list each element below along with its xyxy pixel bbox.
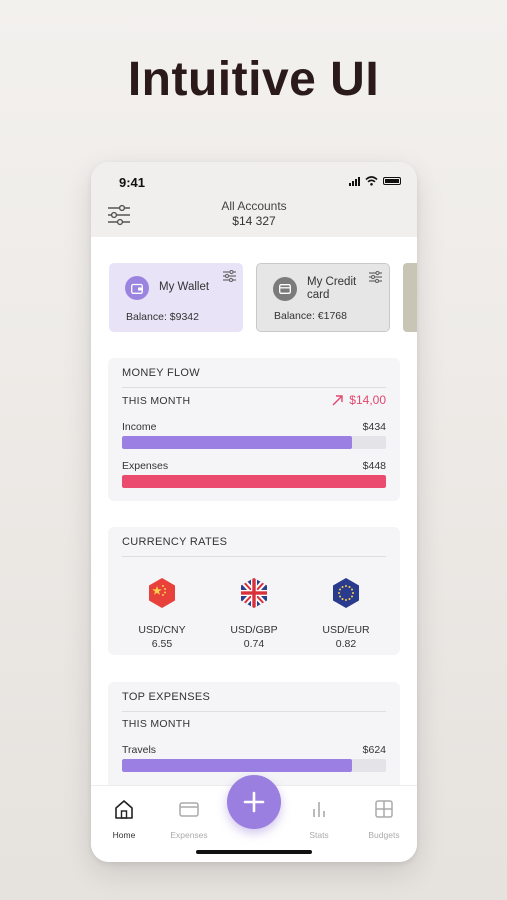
status-icons [349, 176, 401, 186]
phone-screen: 9:41 All Accounts $14 327 My Wallet Bala… [91, 162, 417, 862]
expenses-bar-fill [122, 475, 386, 488]
divider [122, 711, 386, 712]
account-balance: Balance: €1768 [274, 310, 347, 322]
account-card-credit[interactable]: My Credit card Balance: €1768 [256, 263, 390, 332]
account-name: My Credit card [307, 276, 357, 301]
credit-card-icon [273, 277, 297, 301]
account-settings-icon[interactable] [369, 271, 382, 283]
row-value: $624 [362, 744, 386, 756]
panel-title: TOP EXPENSES [122, 691, 211, 703]
row-value: $448 [362, 460, 386, 472]
card-icon [179, 802, 199, 817]
rate-item[interactable]: USD/CNY 6.55 [122, 577, 202, 650]
travels-bar [122, 759, 386, 772]
rate-value: 6.55 [151, 638, 173, 650]
money-flow-panel: MONEY FLOW THIS MONTH $14,00 Income $434… [108, 358, 400, 501]
nav-budgets[interactable]: Budgets [354, 798, 414, 840]
row-label: Travels [122, 744, 157, 756]
wallet-icon [125, 276, 149, 300]
currency-rates-panel: CURRENCY RATES USD/CNY 6.55 USD/GBP 0.74… [108, 527, 400, 655]
accounts-total: $14 327 [232, 214, 276, 228]
account-card-wallet[interactable]: My Wallet Balance: $9342 [109, 263, 243, 332]
nav-expenses[interactable]: Expenses [159, 798, 219, 840]
signal-icon [349, 176, 360, 186]
rate-value: 0.74 [243, 638, 265, 650]
grid-icon [375, 800, 393, 818]
home-icon [115, 800, 133, 819]
app-header: 9:41 All Accounts $14 327 [91, 162, 417, 237]
panel-title: CURRENCY RATES [122, 536, 228, 548]
plus-icon [243, 791, 265, 813]
row-label: Expenses [122, 460, 169, 472]
account-settings-icon[interactable] [223, 270, 236, 282]
expenses-bar [122, 475, 386, 488]
period-label: THIS MONTH [122, 395, 191, 407]
uk-flag-icon [241, 578, 267, 608]
nav-stats[interactable]: Stats [289, 798, 349, 840]
rate-value: 0.82 [335, 638, 357, 650]
accounts-title[interactable]: All Accounts [91, 199, 417, 213]
row-value: $434 [362, 421, 386, 433]
add-transaction-button[interactable] [227, 775, 281, 829]
rate-pair: USD/GBP [230, 624, 278, 636]
income-bar-fill [122, 436, 352, 449]
nav-home[interactable]: Home [94, 798, 154, 840]
panel-title: MONEY FLOW [122, 367, 200, 379]
nav-label: Home [112, 830, 136, 840]
stats-icon [313, 802, 325, 817]
rate-item[interactable]: USD/GBP 0.74 [214, 577, 294, 650]
delta-value: $14,00 [349, 393, 386, 407]
trend-up-icon [332, 394, 343, 405]
account-card-peek[interactable] [403, 263, 417, 332]
divider [122, 556, 386, 557]
nav-label: Expenses [170, 830, 208, 840]
money-flow-delta: $14,00 [332, 393, 386, 407]
row-label: Income [122, 421, 157, 433]
rate-item[interactable]: USD/EUR 0.82 [306, 577, 386, 650]
status-time: 9:41 [119, 175, 146, 190]
rate-pair: USD/CNY [138, 624, 186, 636]
battery-icon [383, 177, 401, 185]
income-bar [122, 436, 386, 449]
rate-pair: USD/EUR [322, 624, 370, 636]
home-indicator [196, 850, 312, 854]
account-balance: Balance: $9342 [126, 311, 199, 323]
nav-label: Stats [309, 830, 329, 840]
wifi-icon [365, 176, 378, 186]
divider [122, 387, 386, 388]
travels-bar-fill [122, 759, 352, 772]
headline: Intuitive UI [127, 53, 380, 106]
china-flag-icon [149, 578, 175, 608]
period-label: THIS MONTH [122, 718, 191, 730]
account-name: My Wallet [159, 281, 210, 293]
eu-flag-icon [333, 578, 359, 608]
nav-label: Budgets [368, 830, 400, 840]
